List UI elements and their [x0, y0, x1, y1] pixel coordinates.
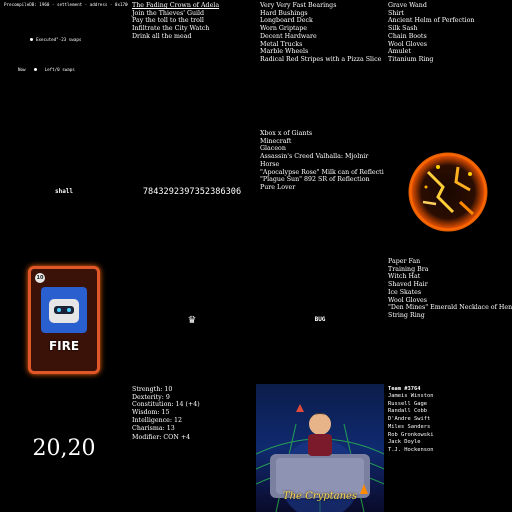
- skate-part-item: Worn Griptape: [260, 25, 308, 33]
- tile-number[interactable]: 7843292397352386306: [128, 128, 256, 256]
- tile-word-bug[interactable]: BUG: [256, 256, 384, 384]
- stat-item: Strength: 10: [132, 386, 173, 393]
- team-member: Jameis Winston: [388, 393, 434, 399]
- bullet-icon: [30, 38, 33, 41]
- game-item: "Apocalypse Rose" Milk can of Reflection: [260, 168, 384, 176]
- tile-skateboard[interactable]: Very Very Fast Bearings Hard Bushings Lo…: [256, 0, 384, 128]
- loot-item: String Ring: [388, 311, 425, 319]
- team-member: Miles Sanders: [388, 423, 431, 430]
- team-member: Russell Gage: [388, 400, 427, 407]
- loot-item: Ice Skates: [388, 288, 422, 296]
- word-label: BUG: [314, 316, 326, 324]
- tile-flaming-orb[interactable]: [384, 128, 512, 256]
- loot-item: Amulet: [388, 48, 411, 56]
- fire-card: 10 FIRE: [28, 266, 100, 374]
- stat-item: Constitution: 14 (+4): [132, 401, 200, 409]
- word-label: shall: [54, 188, 74, 196]
- number-label: 7843292397352386306: [142, 187, 242, 197]
- glyph-icon: ♛: [187, 314, 197, 326]
- quest-item: Drink all the mead: [132, 32, 192, 40]
- skate-part-item: Hard Bushings: [260, 9, 308, 17]
- tile-stats[interactable]: Strength: 10 Dexterity: 9 Constitution: …: [128, 384, 256, 512]
- cryptanes-title: The Cryptanes: [282, 491, 358, 502]
- quest-item: Join the Thieves' Guild: [132, 9, 205, 17]
- loot-item: Silk Sash: [388, 25, 418, 33]
- quest-item: Infiltrate the City Watch: [132, 25, 210, 33]
- quest-item: Pay the toll to the troll: [132, 17, 204, 25]
- stat-item: Intelligence: 12: [132, 416, 183, 424]
- left-label: Left/0 swaps: [44, 67, 75, 72]
- loot-item: Wool Gloves: [388, 296, 427, 304]
- loot-item: Witch Hat: [388, 273, 421, 281]
- game-item: "Plague Sun" 892 SR of Reflection: [260, 176, 370, 184]
- team-member: Jack Doyle: [388, 439, 421, 446]
- tile-header: PrecompileDB: 1960 · settlement · addres…: [4, 2, 128, 7]
- team-member: D'Andre Swift: [388, 416, 431, 423]
- loot-item: Paper Fan: [388, 258, 421, 265]
- stat-item: Charisma: 13: [132, 424, 175, 432]
- game-item: Horse: [260, 160, 280, 168]
- flaming-orb-icon: [408, 152, 488, 232]
- team-member: T.J. Hockenson: [388, 446, 434, 453]
- card-title: FIRE: [48, 339, 80, 353]
- tile-cryptanes[interactable]: The Cryptanes: [256, 384, 384, 512]
- game-item: Xbox x of Giants: [260, 130, 313, 137]
- skate-parts-list: Very Very Fast Bearings Hard Bushings Lo…: [260, 2, 384, 64]
- cryptanes-art: The Cryptanes: [256, 384, 384, 512]
- game-item: Minecraft: [260, 137, 292, 145]
- loot-item: Shirt: [388, 9, 404, 17]
- tile-fire-card[interactable]: 10 FIRE: [0, 256, 128, 384]
- card-value-badge: 10: [35, 273, 45, 283]
- loot-item: "Den Mines" Emerald Necklace of Hentai Q…: [388, 304, 512, 312]
- left-row: Now Left/0 swaps: [18, 67, 75, 72]
- robot-head-icon: [49, 299, 79, 323]
- tile-loot-2[interactable]: Paper Fan Training Bra Witch Hat Shaved …: [384, 256, 512, 384]
- tile-loot-1[interactable]: Grave Wand Shirt Ancient Helm of Perfect…: [384, 0, 512, 128]
- tile-glyph[interactable]: ♛: [128, 256, 256, 384]
- quest-item: The Fading Crown of Adela: [132, 2, 220, 9]
- team-members-list: Jameis Winston Russell Gage Randall Cobb…: [388, 393, 433, 455]
- games-list: Xbox x of Giants Minecraft Glaceon Assas…: [260, 130, 384, 192]
- tile-quests[interactable]: The Fading Crown of Adela Join the Thiev…: [128, 0, 256, 128]
- executed-label: Executed"-23 swaps: [36, 37, 82, 42]
- loot-item: Wool Gloves: [388, 40, 427, 48]
- loot-list: Grave Wand Shirt Ancient Helm of Perfect…: [388, 2, 512, 64]
- team-member: Rob Gronkowski: [388, 431, 434, 438]
- skate-part-item: Longboard Deck: [260, 17, 313, 25]
- game-item: Assassin's Creed Valhalla: Mjolnir: [260, 153, 369, 161]
- bullet-icon: [33, 68, 37, 71]
- game-item: Glaceon: [260, 145, 286, 153]
- skate-part-item: Metal Trucks: [260, 40, 303, 48]
- team-member: Randall Cobb: [388, 408, 427, 415]
- game-item: Pure Lover: [260, 183, 296, 191]
- loot-item: Grave Wand: [388, 2, 427, 9]
- robot-portrait: [41, 287, 87, 333]
- loot-list: Paper Fan Training Bra Witch Hat Shaved …: [388, 258, 512, 320]
- skate-part-item: Marble Wheels: [260, 48, 309, 56]
- tile-word-shall[interactable]: shall: [0, 128, 128, 256]
- loot-item: Shaved Hair: [388, 281, 428, 289]
- tile-games[interactable]: Xbox x of Giants Minecraft Glaceon Assas…: [256, 128, 384, 256]
- loot-item: Ancient Helm of Perfection: [388, 17, 475, 25]
- loot-item: Chain Boots: [388, 32, 427, 40]
- tile-swaps[interactable]: PrecompileDB: 1960 · settlement · addres…: [0, 0, 128, 128]
- skate-part-item: Decent Hardware: [260, 32, 317, 40]
- skate-part-item: Radical Red Stripes with a Pizza Slice: [260, 55, 382, 63]
- skate-part-item: Very Very Fast Bearings: [260, 2, 337, 9]
- tile-coords[interactable]: 20,20: [0, 384, 128, 512]
- tile-team[interactable]: Team #3764 Jameis Winston Russell Gage R…: [384, 384, 512, 512]
- stat-item: Wisdom: 15: [132, 409, 170, 417]
- now-label: Now: [18, 67, 26, 72]
- loot-item: Training Bra: [388, 265, 429, 273]
- executed-row: Executed"-23 swaps: [30, 37, 81, 42]
- stat-item: Dexterity: 9: [132, 393, 170, 401]
- stats-list: Strength: 10 Dexterity: 9 Constitution: …: [132, 386, 200, 432]
- coords-label: 20,20: [32, 435, 96, 461]
- quest-list: The Fading Crown of Adela Join the Thiev…: [132, 2, 219, 41]
- modifier-label: Modifier: CON +4: [132, 434, 191, 441]
- loot-item: Titanium Ring: [388, 55, 434, 63]
